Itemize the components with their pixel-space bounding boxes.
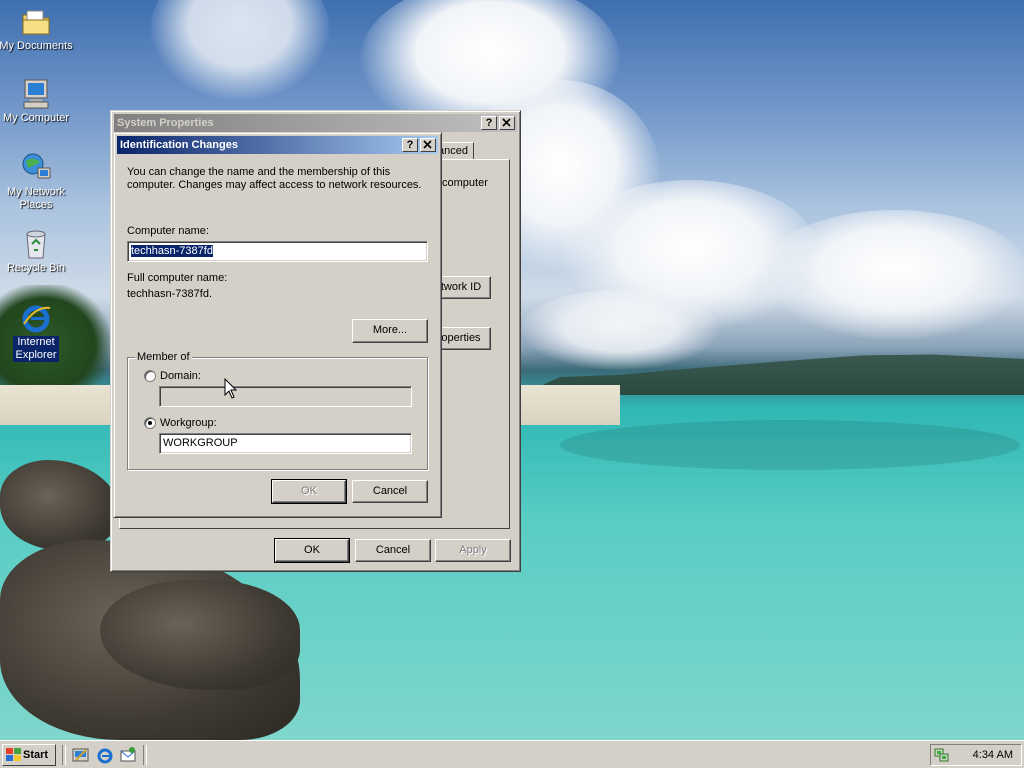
desktop-icon-internet-explorer[interactable]: Internet Explorer (0, 302, 74, 362)
description-text-partial: computer (442, 177, 488, 189)
member-of-label: Member of (135, 351, 192, 363)
close-icon (502, 118, 511, 127)
my-computer-icon (20, 78, 52, 110)
domain-radio[interactable] (144, 370, 156, 382)
more-button[interactable]: More... (352, 319, 428, 343)
ok-button[interactable]: OK (271, 479, 347, 504)
mouse-cursor-icon (224, 378, 238, 399)
cloud (760, 210, 1024, 340)
system-properties-titlebar[interactable]: System Properties ? (114, 114, 517, 132)
my-documents-icon (20, 6, 52, 38)
internet-explorer-icon (20, 302, 52, 334)
window-title: System Properties (117, 117, 214, 129)
taskbar-separator (143, 745, 147, 765)
dialog-title: Identification Changes (120, 139, 238, 151)
identification-changes-dialog: Identification Changes ? You can change … (113, 132, 442, 518)
computer-name-label: Computer name: (127, 225, 209, 237)
computer-name-value: techhasn-7387fd (131, 245, 213, 257)
close-button[interactable] (499, 116, 515, 130)
identification-changes-titlebar[interactable]: Identification Changes ? (117, 136, 438, 154)
workgroup-radio[interactable] (144, 417, 156, 429)
desktop-icon-my-computer[interactable]: My Computer (0, 78, 74, 125)
taskbar: Start 4:34 AM (0, 740, 1024, 768)
system-tray: 4:34 AM (930, 744, 1022, 766)
start-label: Start (23, 749, 49, 761)
cancel-button[interactable]: Cancel (352, 480, 428, 503)
rock (0, 460, 120, 550)
workgroup-field[interactable]: WORKGROUP (159, 433, 412, 454)
cloud (520, 290, 720, 370)
help-button[interactable]: ? (402, 138, 418, 152)
recycle-bin-icon (20, 228, 52, 260)
desktop-icon-my-documents[interactable]: My Documents (0, 6, 74, 53)
cancel-button[interactable]: Cancel (355, 539, 431, 562)
outlook-express-icon[interactable] (119, 746, 137, 764)
desktop-icon-recycle-bin[interactable]: Recycle Bin (0, 228, 74, 275)
full-computer-name-label: Full computer name: (127, 272, 228, 284)
internet-explorer-icon[interactable] (96, 746, 114, 764)
start-button[interactable]: Start (2, 744, 56, 766)
show-desktop-icon[interactable] (72, 746, 90, 764)
desktop-icon-my-network-places[interactable]: My Network Places (0, 152, 74, 212)
cloud (150, 0, 330, 100)
description-text: You can change the name and the membersh… (127, 166, 422, 191)
desktop-icon-label: Recycle Bin (6, 262, 66, 274)
desktop-icon-label: My Network Places (6, 186, 66, 211)
full-computer-name-value: techhasn-7387fd. (127, 288, 213, 300)
domain-field[interactable] (159, 386, 412, 407)
desktop-icon-label: Internet Explorer (13, 336, 59, 362)
taskbar-separator (62, 745, 66, 765)
help-button[interactable]: ? (481, 116, 497, 130)
close-button[interactable] (420, 138, 436, 152)
desktop-icon-label: My Documents (0, 40, 73, 52)
reef-shadow (560, 420, 1020, 470)
apply-button[interactable]: Apply (435, 539, 511, 562)
computer-name-field[interactable]: techhasn-7387fd (127, 241, 428, 262)
desktop-icon-label: My Computer (2, 112, 70, 124)
network-status-icon[interactable] (934, 747, 950, 763)
domain-label: Domain: (160, 370, 201, 382)
workgroup-label: Workgroup: (160, 417, 217, 429)
ok-button[interactable]: OK (274, 538, 350, 563)
windows-logo-icon (6, 748, 21, 761)
close-icon (423, 140, 432, 149)
clock[interactable]: 4:34 AM (973, 745, 1013, 765)
my-network-places-icon (20, 152, 52, 184)
